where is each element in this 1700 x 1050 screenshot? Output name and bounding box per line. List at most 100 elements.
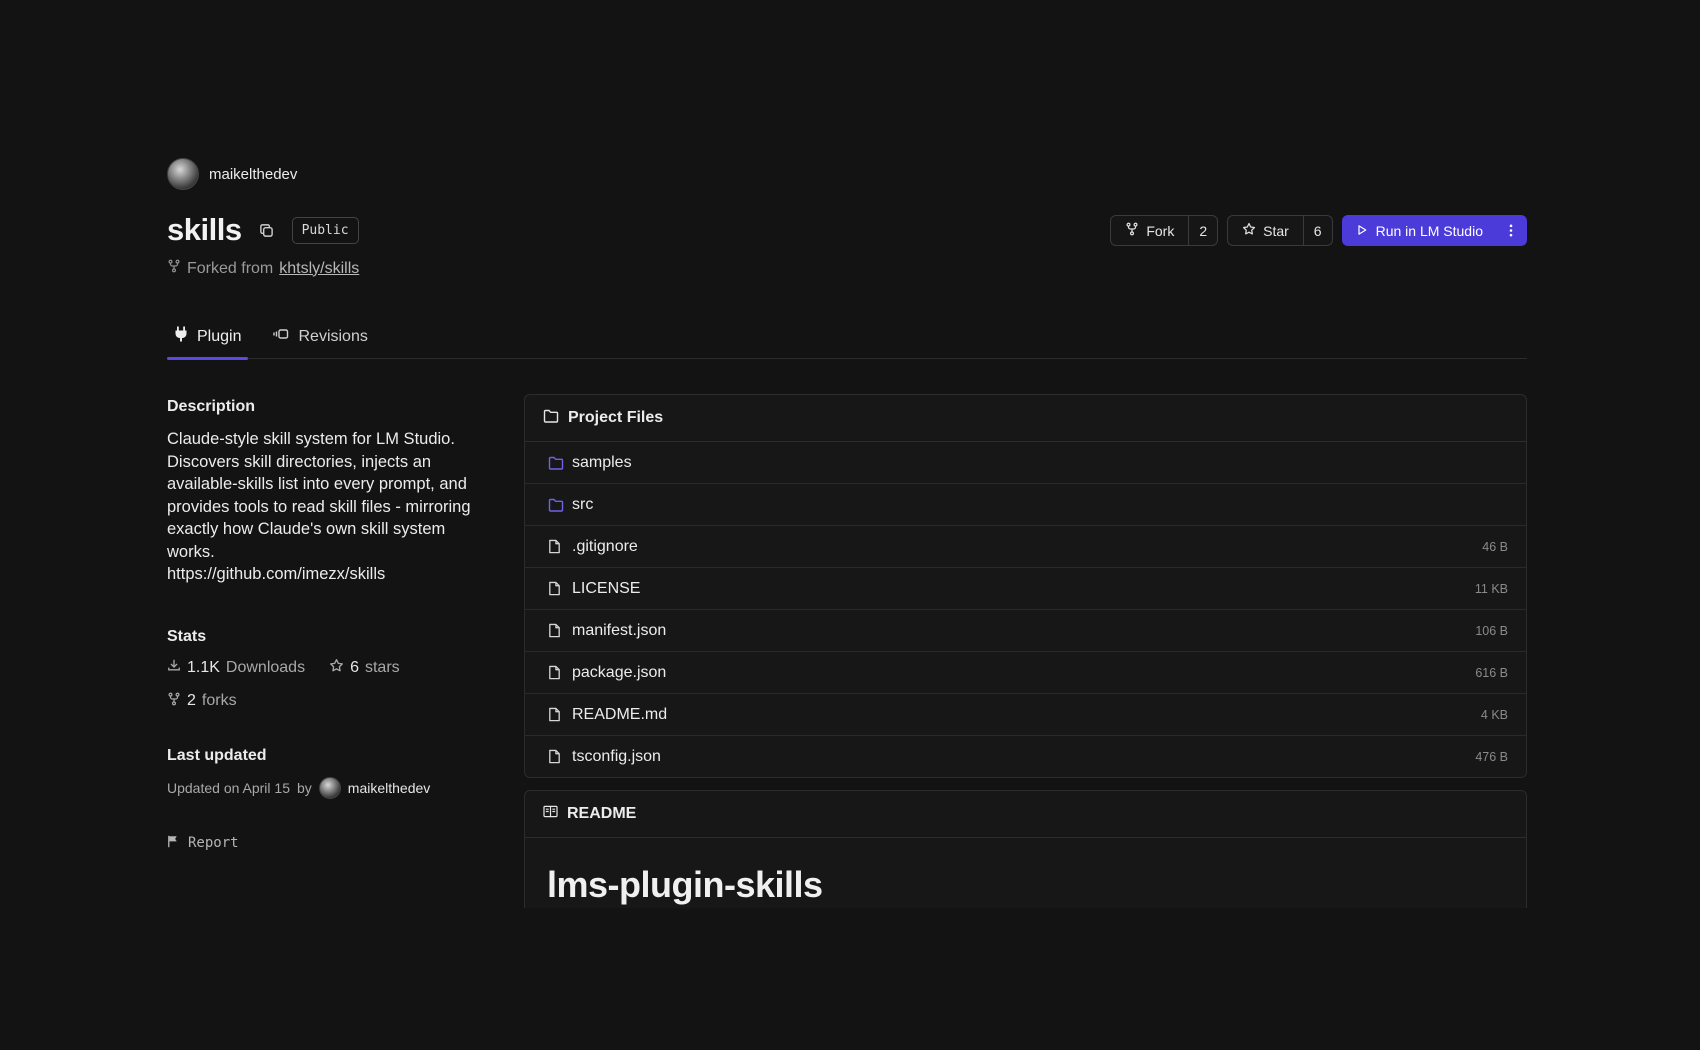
play-icon (1356, 223, 1368, 239)
sidebar: Description Claude-style skill system fo… (167, 398, 477, 852)
forks-value: 2 (187, 692, 196, 709)
file-size: 4 KB (1480, 707, 1508, 722)
file-icon (548, 749, 564, 765)
star-icon (1242, 222, 1256, 239)
book-icon (543, 805, 558, 823)
owner-avatar (167, 158, 199, 190)
stars-value: 6 (350, 658, 359, 676)
description-heading: Description (167, 398, 256, 415)
last-updated-heading: Last updated (167, 746, 267, 764)
folder-row[interactable]: src (525, 484, 1526, 526)
report-label: Report (188, 835, 239, 851)
repo-actions: Fork 2 Star 6 Run in LM Studio (1110, 215, 1527, 246)
file-name: samples (572, 453, 632, 471)
visibility-badge: Public (291, 216, 359, 244)
file-size: 46 B (1482, 539, 1508, 554)
star-outline-icon (329, 658, 344, 678)
file-size: 11 KB (1474, 581, 1508, 596)
stars-label: stars (364, 658, 400, 676)
file-name: .gitignore (572, 537, 638, 555)
file-name: package.json (572, 663, 667, 681)
folder-icon (548, 455, 564, 471)
repo-title: skills (167, 212, 242, 247)
more-options-icon[interactable] (1499, 215, 1527, 246)
stats-row-1: 1.1K Downloads 6 stars (167, 658, 477, 678)
file-icon (548, 665, 564, 681)
description-link[interactable]: https://github.com/imezx/skills (167, 565, 385, 583)
tab-plugin[interactable]: Plugin (167, 315, 249, 360)
copy-icon[interactable] (256, 219, 278, 241)
file-icon (548, 539, 564, 555)
stars-stat: 6 stars (329, 658, 400, 678)
run-in-lm-studio-button[interactable]: Run in LM Studio (1342, 223, 1499, 239)
stats-section: Stats 1.1K Downloads 6 stars 2 forks (167, 628, 477, 711)
star-label: Star (1263, 222, 1289, 239)
file-row[interactable]: LICENSE 11 KB (525, 568, 1526, 610)
stats-row-2: 2 forks (167, 692, 477, 711)
updated-line: Updated on April 15 by maikelthedev (167, 776, 477, 799)
forks-stat: 2 forks (167, 692, 237, 711)
tab-revisions[interactable]: Revisions (266, 315, 374, 358)
file-row[interactable]: package.json 616 B (525, 652, 1526, 694)
download-icon (167, 658, 181, 677)
project-files-panel: Project Files samples src .gitignore 46 B LI… (524, 394, 1527, 778)
run-in-lm-studio-group: Run in LM Studio (1341, 215, 1527, 246)
readme-title: lms-plugin-skills (547, 864, 823, 905)
repo-title-row: skills Public (167, 212, 359, 248)
revisions-icon (273, 327, 289, 346)
folder-row[interactable]: samples (525, 442, 1526, 484)
updated-user-name[interactable]: maikelthedev (348, 780, 431, 796)
page: maikelthedev skills Public Forked from k… (167, 0, 1527, 1050)
fork-button[interactable]: Fork (1111, 216, 1188, 245)
project-files-heading: Project Files (568, 409, 664, 426)
updated-text: Updated on April 15 (167, 779, 290, 796)
owner-name[interactable]: maikelthedev (209, 166, 297, 183)
updated-user-avatar (318, 776, 341, 799)
readme-header: README (525, 791, 1526, 838)
star-button[interactable]: Star (1228, 216, 1303, 245)
file-name: README.md (572, 705, 668, 723)
file-row[interactable]: README.md 4 KB (525, 694, 1526, 736)
owner[interactable]: maikelthedev (167, 158, 297, 190)
fork-label: Fork (1146, 222, 1175, 239)
readme-panel: README lms-plugin-skills (524, 790, 1527, 908)
file-row[interactable]: tsconfig.json 476 B (525, 736, 1526, 777)
file-icon (548, 623, 564, 639)
fork-button-group: Fork 2 (1110, 215, 1219, 246)
updated-by: by (296, 779, 312, 796)
downloads-label: Downloads (225, 658, 306, 676)
forked-from: Forked from khtsly/skills (167, 259, 359, 278)
fork-count[interactable]: 2 (1188, 216, 1217, 245)
file-size: 616 B (1475, 665, 1508, 680)
star-button-group: Star 6 (1227, 215, 1333, 246)
file-icon (548, 581, 564, 597)
file-name: LICENSE (572, 579, 641, 597)
last-updated-section: Last updated Updated on April 15 by maik… (167, 747, 477, 799)
file-row[interactable]: manifest.json 106 B (525, 610, 1526, 652)
fork-icon (1125, 222, 1139, 239)
forked-from-link[interactable]: khtsly/skills (279, 260, 359, 278)
tab-plugin-label: Plugin (197, 327, 242, 345)
report-button[interactable]: Report (167, 835, 477, 852)
file-list: samples src .gitignore 46 B LICENSE 11 KB mani… (525, 442, 1526, 777)
description-text: Claude-style skill system for LM Studio.… (167, 428, 477, 586)
forked-from-label: Forked from (187, 259, 274, 277)
stats-heading: Stats (167, 627, 207, 645)
forks-label: forks (201, 692, 237, 709)
project-files-header: Project Files (525, 395, 1526, 442)
star-count[interactable]: 6 (1302, 216, 1332, 245)
readme-heading: README (567, 805, 637, 822)
run-label: Run in LM Studio (1375, 222, 1483, 239)
file-name: manifest.json (572, 621, 667, 639)
downloads-stat: 1.1K Downloads (167, 658, 305, 677)
file-row[interactable]: .gitignore 46 B (525, 526, 1526, 568)
folder-icon (548, 497, 564, 513)
file-size: 106 B (1475, 623, 1508, 638)
flag-icon (167, 835, 179, 852)
downloads-value: 1.1K (187, 658, 220, 676)
fork-small-icon (167, 259, 181, 278)
description-body: Claude-style skill system for LM Studio.… (167, 430, 471, 561)
file-icon (548, 707, 564, 723)
file-name: tsconfig.json (572, 747, 661, 765)
tab-revisions-label: Revisions (298, 327, 368, 345)
